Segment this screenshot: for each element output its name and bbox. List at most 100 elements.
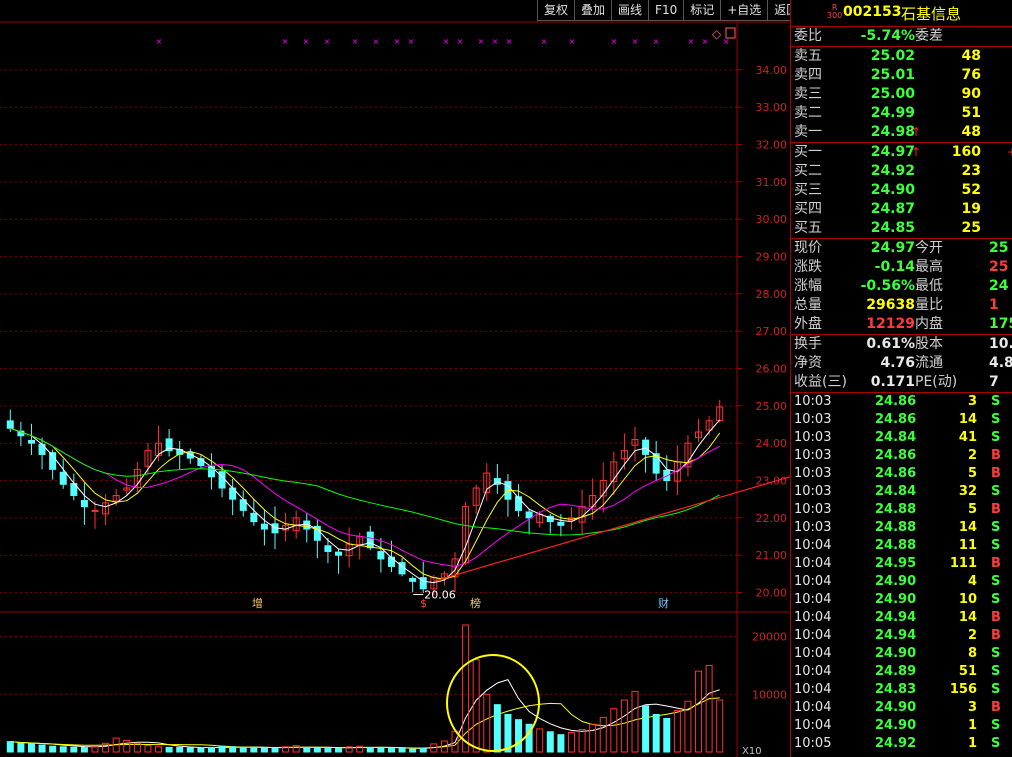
tick-volume: 111 <box>949 556 977 571</box>
signal-x-icon: × <box>443 37 450 46</box>
tick-row[interactable]: 10:03 24.86 5 B <box>791 465 1012 483</box>
volume-bar <box>49 745 57 753</box>
moving-average-lines <box>10 419 721 749</box>
volume-bar <box>642 705 650 753</box>
tick-row[interactable]: 10:05 24.92 1 S <box>791 735 1012 753</box>
quote-label-2: 量比 <box>915 297 943 313</box>
tick-volume: 5 <box>967 466 977 481</box>
signal-x-icon: × <box>408 37 415 46</box>
tick-row[interactable]: 10:04 24.83 156 S <box>791 681 1012 699</box>
chart-toolbar: 复权 叠加 画线 F10 标记 +自选 返回 <box>537 0 806 22</box>
quote-value: 24.97 <box>870 240 915 256</box>
finance-label: 收益(三) <box>794 374 847 390</box>
tick-volume: 14 <box>958 412 977 427</box>
toolbar-button-2[interactable]: 画线 <box>611 0 650 21</box>
tick-side: S <box>991 664 1001 679</box>
tick-price: 24.89 <box>875 664 917 679</box>
sell-price: 24.99 <box>870 105 915 121</box>
tick-time: 10:04 <box>794 556 832 571</box>
tick-row[interactable]: 10:04 24.89 51 S <box>791 663 1012 681</box>
buy-volume: 52 <box>961 182 981 198</box>
tick-row[interactable]: 10:03 24.84 41 S <box>791 429 1012 447</box>
tick-row[interactable]: 10:04 24.94 2 B <box>791 627 1012 645</box>
quote-value-2: 25 <box>989 259 1009 275</box>
candle-body <box>250 512 258 523</box>
tick-volume: 2 <box>967 628 977 643</box>
tick-row[interactable]: 10:04 24.94 14 B <box>791 609 1012 627</box>
tick-row[interactable]: 10:04 24.90 4 S <box>791 573 1012 591</box>
tick-row[interactable]: 10:03 24.86 14 S <box>791 411 1012 429</box>
event-label: 增 <box>252 596 263 610</box>
price-tick-label: 30.00 <box>756 213 788 226</box>
event-label: 榜 <box>470 596 481 610</box>
toolbar-button-3[interactable]: F10 <box>648 0 685 21</box>
tick-row[interactable]: 10:04 24.88 11 S <box>791 537 1012 555</box>
buy-label: 买三 <box>794 182 822 198</box>
volume-bar <box>176 746 184 753</box>
volume-bar <box>6 741 14 753</box>
tick-volume: 51 <box>958 664 977 679</box>
sell-label: 卖五 <box>794 48 822 64</box>
volume-bar <box>303 746 311 753</box>
volume-bar <box>260 747 268 753</box>
buy-price: 24.85 <box>870 220 915 236</box>
tick-row[interactable]: 10:03 24.86 2 B <box>791 447 1012 465</box>
toolbar-button-0[interactable]: 复权 <box>537 0 576 21</box>
volume-bar <box>398 748 406 753</box>
tick-volume: 14 <box>958 520 977 535</box>
tick-time: 10:03 <box>794 520 832 535</box>
finance-label-2: 流通 <box>915 355 943 371</box>
candle-body <box>642 439 650 455</box>
quote-label: 涨幅 <box>794 278 822 294</box>
finance-value-2: 7 <box>989 374 999 390</box>
tick-row[interactable]: 10:03 24.88 14 S <box>791 519 1012 537</box>
volume-tick-label: 10000 <box>752 688 787 701</box>
low-marker-label: 20.06 <box>424 589 456 602</box>
volume-bar <box>652 713 660 753</box>
price-tick-label: 21.00 <box>756 549 788 562</box>
signal-x-icon: × <box>632 37 639 46</box>
tick-volume: 10 <box>958 592 977 607</box>
signal-x-icon: × <box>688 37 695 46</box>
tick-price: 24.95 <box>875 556 917 571</box>
quote-label: 涨跌 <box>794 259 822 275</box>
tick-side: S <box>991 592 1001 607</box>
tick-row[interactable]: 10:04 24.95 111 B <box>791 555 1012 573</box>
candlesticks <box>6 399 724 596</box>
tick-row[interactable]: 10:03 24.88 5 B <box>791 501 1012 519</box>
signal-x-icon: × <box>611 37 618 46</box>
tick-row[interactable]: 10:04 24.90 8 S <box>791 645 1012 663</box>
price-axis: 34.00 33.00 32.00 31.00 30.00 29.00 28.00 27.00… <box>737 64 787 757</box>
tick-time: 10:03 <box>794 394 832 409</box>
quote-value-2: 24 <box>989 278 1009 294</box>
tick-volume: 2 <box>967 448 977 463</box>
volume-bar <box>144 745 152 753</box>
candle-body <box>377 551 385 560</box>
tick-volume: 5 <box>967 502 977 517</box>
tick-row[interactable]: 10:04 24.90 3 B <box>791 699 1012 717</box>
signal-x-icon: × <box>457 37 464 46</box>
toolbar-button-1[interactable]: 叠加 <box>574 0 613 21</box>
price-tick-label: 27.00 <box>756 325 788 338</box>
candle-body <box>260 523 268 530</box>
volume-bar <box>483 693 491 753</box>
tick-time: 10:03 <box>794 448 832 463</box>
plus-indicator: + <box>1007 143 1012 162</box>
tick-row[interactable]: 10:04 24.90 10 S <box>791 591 1012 609</box>
tick-row[interactable]: 10:04 24.90 1 S <box>791 717 1012 735</box>
tick-volume: 1 <box>967 736 977 751</box>
toolbar-button-4[interactable]: 标记 <box>683 0 722 21</box>
sell-volume: 90 <box>961 86 981 102</box>
tick-time: 10:03 <box>794 412 832 427</box>
weibi-value: -5.74% <box>860 28 915 44</box>
tick-row[interactable]: 10:03 24.86 3 S <box>791 393 1012 411</box>
tick-volume: 11 <box>958 538 977 553</box>
volume-bar <box>387 748 395 753</box>
tick-list[interactable]: 10:03 24.86 3 S 10:03 24.86 14 S 10:03 24.84 41 S 10… <box>791 393 1012 753</box>
tick-side: S <box>991 484 1001 499</box>
tick-price: 24.88 <box>875 502 917 517</box>
tick-row[interactable]: 10:03 24.84 32 S <box>791 483 1012 501</box>
toolbar-button-5[interactable]: +自选 <box>720 0 769 21</box>
kline-chart[interactable]: × × × × × × × × × × × × × × × × × × × × × 34.0033.0032.0031.… <box>0 0 790 757</box>
weibi-label: 委比 <box>794 28 822 44</box>
